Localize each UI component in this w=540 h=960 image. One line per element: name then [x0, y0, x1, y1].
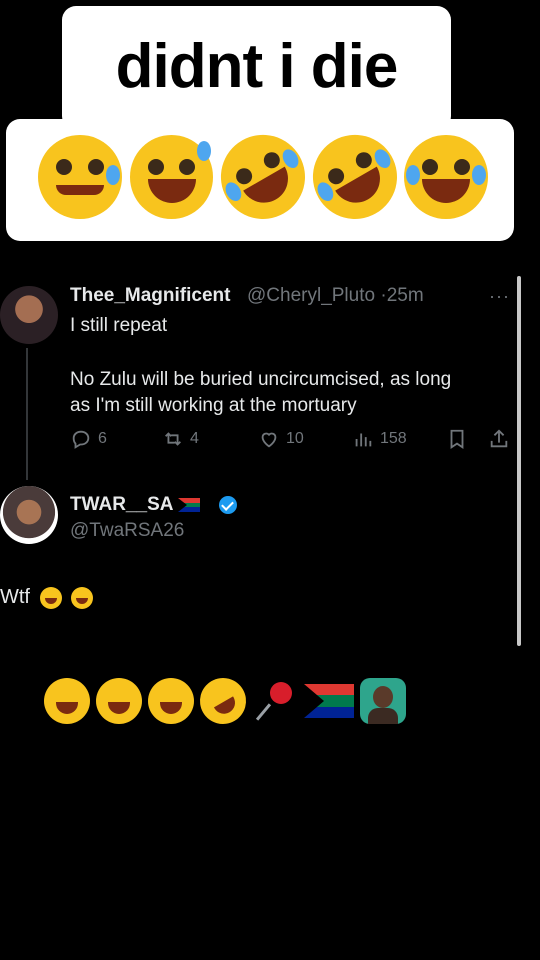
author-handle-time: @Cheryl_Pluto ·25m — [247, 285, 424, 307]
rolling-on-floor-laughing-icon — [39, 586, 62, 609]
caption-title: didnt i die — [115, 32, 399, 101]
views-icon — [355, 433, 372, 447]
rolling-on-floor-laughing-icon — [297, 119, 412, 235]
author-name[interactable]: Thee_Magnificent — [70, 285, 230, 307]
heart-icon — [261, 432, 277, 448]
face-with-tears-of-joy-icon — [148, 678, 194, 724]
bookmark-icon — [450, 429, 464, 449]
reply-button[interactable]: 6 — [70, 426, 107, 452]
retweet-count: 4 — [190, 430, 199, 447]
weary-face-icon — [44, 678, 90, 724]
views-count: 158 — [380, 430, 407, 447]
rolling-on-floor-laughing-icon — [191, 669, 255, 733]
rolling-on-floor-laughing-icon — [205, 119, 321, 235]
reply-text: Wtf — [0, 586, 94, 609]
like-count: 10 — [286, 430, 304, 447]
bottom-emoji-row — [44, 669, 406, 733]
verified-badge-icon — [219, 496, 237, 514]
author-handle[interactable]: @Cheryl_Pluto — [247, 285, 375, 306]
person-gesturing-ok-icon — [360, 678, 406, 724]
rolling-on-floor-laughing-icon — [71, 586, 94, 609]
share-button[interactable] — [488, 426, 510, 452]
tweet-line-1: I still repeat — [70, 315, 168, 336]
avatar[interactable] — [0, 486, 58, 544]
reply-icon — [72, 430, 90, 449]
tweet-line-2: No Zulu will be buried uncircumcised, as… — [70, 369, 452, 390]
tweet-line-3: as I'm still working at the mortuary — [70, 395, 357, 416]
caption-emoji-row — [38, 119, 488, 235]
loudly-crying-face-icon — [96, 678, 142, 724]
views-button[interactable]: 158 — [352, 426, 407, 452]
south-africa-flag-icon — [178, 497, 201, 512]
smiling-face-with-tear-icon — [38, 135, 122, 219]
bookmark-button[interactable] — [446, 426, 468, 452]
share-icon — [490, 429, 508, 448]
retweet-button[interactable]: 4 — [162, 426, 199, 452]
retweet-icon — [165, 432, 181, 446]
timestamp[interactable]: 25m — [387, 285, 424, 306]
reply-text-content: Wtf — [0, 586, 30, 608]
reply-handle[interactable]: @TwaRSA26 — [70, 520, 184, 542]
pushpin-icon — [252, 678, 298, 724]
south-africa-flag-icon — [304, 684, 354, 718]
grinning-sweat-face-icon — [129, 135, 214, 219]
reply-author-name[interactable]: TWAR__SA — [70, 494, 201, 516]
reply-count: 6 — [98, 430, 107, 447]
scrollbar[interactable] — [517, 276, 521, 646]
avatar[interactable] — [0, 286, 58, 344]
like-button[interactable]: 10 — [258, 426, 304, 452]
thread-line — [26, 348, 28, 480]
more-options-icon[interactable]: ··· — [489, 286, 510, 307]
face-with-tears-of-joy-icon — [404, 135, 488, 219]
